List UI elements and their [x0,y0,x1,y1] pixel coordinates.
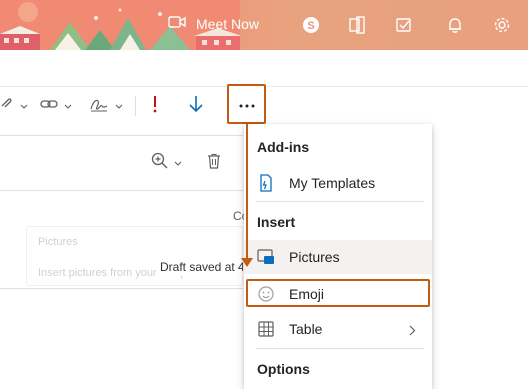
trash-icon [207,153,221,173]
svg-text:S: S [307,20,314,32]
compose-body-divider [0,288,243,289]
link-icon [40,97,58,115]
table-icon [257,320,275,338]
more-options-menu: Add-ins My Templates Insert Pictures Emo… [244,124,432,389]
link-button[interactable] [40,95,72,117]
section-title-options: Options [257,361,310,377]
zoom-in-icon [151,152,168,174]
gear-icon[interactable] [490,13,514,37]
menu-item-my-templates[interactable]: My Templates [244,166,432,200]
section-title-insert: Insert [257,214,296,230]
attach-button[interactable] [0,95,28,117]
menu-item-label: My Templates [289,175,376,191]
chevron-down-icon [20,97,28,115]
annotation-arrow-line [246,124,248,260]
menu-item-table[interactable]: Table [244,312,432,346]
chevron-right-icon [409,323,416,341]
app-header: Meet Now S [0,0,528,50]
menu-item-label: Emoji [289,286,325,302]
signature-button[interactable] [89,95,123,117]
meet-now-label: Meet Now [196,16,260,32]
meet-now-button[interactable]: Meet Now [168,12,259,36]
importance-high-button[interactable] [150,95,160,117]
menu-divider [256,348,424,349]
toolbar-divider [135,96,136,116]
office-icon[interactable] [345,13,369,37]
menu-item-label: Table [289,321,323,337]
bell-icon[interactable] [443,13,467,37]
chevron-down-icon [64,97,72,115]
annotation-arrow-head [241,258,253,267]
pictures-icon [257,248,275,266]
discard-button[interactable] [207,153,221,174]
zoom-button[interactable] [151,152,182,174]
attach-icon [0,96,14,117]
tooltip-title: Pictures [38,236,78,248]
menu-item-pictures[interactable]: Pictures [244,240,432,274]
signature-icon [89,96,109,117]
video-icon [168,15,186,34]
section-title-addins: Add-ins [257,139,310,155]
draft-status: Draft saved at 4: [160,260,243,276]
chevron-down-icon [174,154,182,172]
emoji-icon [257,285,275,303]
menu-item-label: Pictures [289,249,340,265]
skype-icon[interactable]: S [299,13,323,37]
more-options-icon [239,95,255,113]
todo-icon[interactable] [392,13,416,37]
importance-low-button[interactable] [189,95,203,117]
header-spacer [0,50,528,86]
importance-low-icon [189,95,203,118]
more-options-button[interactable] [227,84,266,124]
template-icon [257,174,275,192]
menu-item-emoji[interactable]: Emoji [244,277,432,311]
menu-divider [256,201,424,202]
importance-high-icon [150,95,160,118]
chevron-down-icon [115,97,123,115]
compose-header-divider [0,190,243,191]
compose-divider [0,135,243,136]
